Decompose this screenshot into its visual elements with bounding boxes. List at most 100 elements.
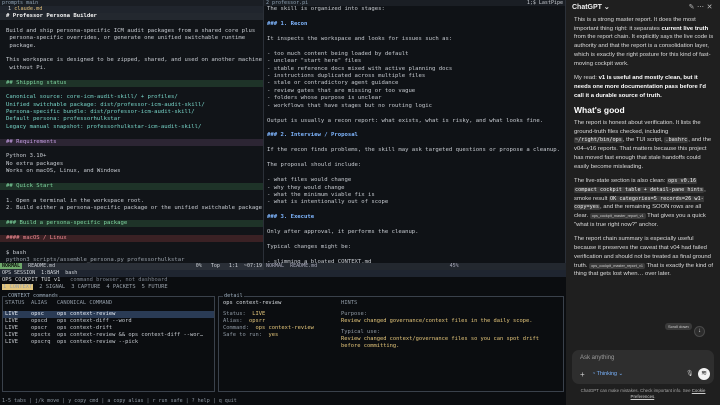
editor-line[interactable] bbox=[0, 87, 263, 94]
editor-line[interactable]: - stale or contradictory agent guidance bbox=[264, 80, 565, 87]
plus-icon[interactable]: + bbox=[580, 370, 585, 379]
editor-line[interactable]: Legacy manual snapshot: professorhulksta… bbox=[0, 124, 263, 131]
editor-line[interactable]: - what the minimum viable fix is bbox=[264, 192, 565, 199]
editor-line[interactable] bbox=[264, 125, 565, 132]
editor-line[interactable] bbox=[264, 170, 565, 177]
tui-tab[interactable]: 3 CAPTURE bbox=[71, 284, 100, 290]
editor-line[interactable]: ## Requirements bbox=[0, 138, 263, 147]
thinking-toggle[interactable]: ◔ Thinking ⌄ bbox=[592, 371, 623, 377]
editor-line[interactable] bbox=[0, 131, 263, 138]
editor-line[interactable]: - folders whose purpose is unclear bbox=[264, 95, 565, 102]
editor-line[interactable]: If the recon finds problems, the skill m… bbox=[264, 147, 565, 154]
editor-line[interactable]: The skill is organized into stages: bbox=[264, 6, 565, 13]
editor-line[interactable]: # Professor Persona Builder bbox=[0, 13, 263, 21]
editor-line[interactable]: Default persona: professorhulkstar bbox=[0, 116, 263, 123]
command-row[interactable]: LIVE opsctx ops context-review && ops co… bbox=[3, 332, 214, 339]
editor-line[interactable]: ### Build a persona-specific package bbox=[0, 219, 263, 228]
editor-line[interactable] bbox=[264, 140, 565, 147]
tui-tab[interactable]: 2 SIGNAL bbox=[39, 284, 65, 290]
editor-line[interactable]: - instructions duplicated across multipl… bbox=[264, 73, 565, 80]
tui-tab-bar[interactable]: 1 CONTEXT 2 SIGNAL 3 CAPTURE 4 PACKETS 5 FUT… bbox=[0, 284, 566, 291]
commands-list[interactable]: LIVE opsc ops context-review LIVE opscd o… bbox=[3, 311, 214, 346]
scroll-down-button[interactable]: ↓ bbox=[694, 326, 705, 337]
left-file-tab[interactable]: 1 claude.md bbox=[0, 6, 263, 13]
editor-line[interactable] bbox=[264, 207, 565, 214]
citation-chip-2[interactable]: ops_cockpit_master_report_v1 bbox=[589, 262, 645, 269]
command-row[interactable]: LIVE opscrq ops context-review --pick bbox=[3, 339, 214, 346]
ops-cockpit-tui[interactable]: OPS SESSION 1:BASH bash OPS COCKPIT TUI … bbox=[0, 270, 566, 405]
editor-line[interactable]: It inspects the workspace and looks for … bbox=[264, 36, 565, 43]
editor-line[interactable] bbox=[0, 190, 263, 197]
editor-line[interactable]: Works on macOS, Linux, and Windows bbox=[0, 168, 263, 175]
editor-line[interactable]: 2. Build either a persona-specific packa… bbox=[0, 205, 263, 212]
editor-line[interactable]: persona-specific overrides, or generate … bbox=[0, 35, 263, 42]
editor-line[interactable]: The proposal should include: bbox=[264, 162, 565, 169]
editor-line[interactable]: ### 1. Recon bbox=[264, 21, 565, 28]
mic-icon[interactable]: 🎙 bbox=[686, 370, 694, 377]
editor-line[interactable]: Only after approval, it performs the cle… bbox=[264, 229, 565, 236]
command-row[interactable]: LIVE opscr ops context-drift bbox=[3, 325, 214, 332]
editor-line[interactable] bbox=[0, 176, 263, 183]
p4-text: The live-state section is also clean: bbox=[574, 178, 667, 185]
middle-editor-pane[interactable]: 2 professor.pi 1;$ LastPipe The skill is … bbox=[264, 0, 566, 270]
new-chat-icon[interactable]: ✎ bbox=[687, 3, 696, 11]
tui-tab[interactable]: 1 CONTEXT bbox=[2, 284, 34, 290]
chat-input-box[interactable]: Ask anything + ◔ Thinking ⌄ 🎙 ≋ bbox=[572, 350, 714, 384]
chat-input-placeholder[interactable]: Ask anything bbox=[580, 355, 614, 361]
command-row[interactable]: LIVE opscd ops context-diff --word bbox=[3, 318, 214, 325]
editor-line[interactable] bbox=[264, 222, 565, 229]
command-row[interactable]: LIVE opsc ops context-review bbox=[3, 311, 214, 318]
editor-line[interactable]: - why they would change bbox=[264, 185, 565, 192]
voice-button[interactable]: ≋ bbox=[698, 368, 710, 380]
left-statusline: NORMAL README.md 0% Top 1:1 ~07:19 bbox=[0, 263, 264, 270]
editor-line[interactable] bbox=[0, 50, 263, 57]
editor-line[interactable]: - unclear "start here" files bbox=[264, 58, 565, 65]
close-icon[interactable]: ✕ bbox=[705, 3, 714, 11]
editor-line[interactable]: Persona-specific bundle: dist/professor-… bbox=[0, 109, 263, 116]
editor-line[interactable]: - review gates that are missing or too v… bbox=[264, 88, 565, 95]
editor-line[interactable]: Unified switchable package: dist/profess… bbox=[0, 102, 263, 109]
editor-line[interactable]: No extra packages bbox=[0, 161, 263, 168]
editor-line[interactable]: package. bbox=[0, 43, 263, 50]
editor-line[interactable]: Output is usually a recon report: what e… bbox=[264, 118, 565, 125]
chatgpt-sidepanel[interactable]: ChatGPT ⌄ ✎ ⋯ ✕ This is a strong master … bbox=[566, 0, 720, 405]
editor-line[interactable] bbox=[0, 20, 263, 27]
editor-line[interactable]: ## Quick Start bbox=[0, 182, 263, 191]
editor-line[interactable] bbox=[0, 227, 263, 234]
citation-chip[interactable]: ops_cockpit_master_report_v1 bbox=[589, 213, 646, 220]
editor-line[interactable] bbox=[0, 213, 263, 220]
editor-line[interactable]: Typical changes might be: bbox=[264, 244, 565, 251]
middle-editor-content[interactable]: The skill is organized into stages: ### 1… bbox=[264, 6, 565, 270]
editor-line[interactable] bbox=[0, 72, 263, 79]
editor-line[interactable]: without Pi. bbox=[0, 65, 263, 72]
chat-title[interactable]: ChatGPT ⌄ bbox=[572, 3, 687, 11]
editor-line[interactable]: - what files would change bbox=[264, 177, 565, 184]
chat-paragraph-4: The live-state section is also clean: op… bbox=[574, 177, 714, 229]
editor-line[interactable]: ## Shipping status bbox=[0, 79, 263, 87]
editor-line[interactable]: This workspace is designed to be zipped,… bbox=[0, 57, 263, 64]
editor-line[interactable]: - what is intentionally out of scope bbox=[264, 199, 565, 206]
editor-line[interactable] bbox=[264, 43, 565, 50]
editor-line[interactable] bbox=[264, 251, 565, 258]
more-icon[interactable]: ⋯ bbox=[696, 3, 705, 11]
editor-line[interactable] bbox=[264, 237, 565, 244]
editor-line[interactable]: ### 2. Interview / Proposal bbox=[264, 132, 565, 139]
editor-line[interactable]: 1. Open a terminal in the workspace root… bbox=[0, 198, 263, 205]
editor-line[interactable] bbox=[264, 28, 565, 35]
editor-line[interactable]: #### macOS / Linux bbox=[0, 234, 263, 243]
editor-line[interactable]: ### 3. Execute bbox=[264, 214, 565, 221]
editor-line[interactable]: $ bash bbox=[0, 250, 263, 257]
tui-tab[interactable]: 4 PACKETS bbox=[106, 284, 135, 290]
editor-line[interactable]: - workflows that have stages but no rout… bbox=[264, 103, 565, 110]
editor-line[interactable]: Python 3.10+ bbox=[0, 153, 263, 160]
editor-line[interactable] bbox=[264, 13, 565, 20]
tui-tab[interactable]: 5 FUTURE bbox=[142, 284, 168, 290]
editor-line[interactable] bbox=[264, 110, 565, 117]
editor-line[interactable]: Canonical source: core-icm-audit-skill/ … bbox=[0, 94, 263, 101]
editor-line[interactable] bbox=[0, 146, 263, 153]
editor-line[interactable]: - too much content being loaded by defau… bbox=[264, 51, 565, 58]
editor-line[interactable]: - stable reference docs mixed with activ… bbox=[264, 66, 565, 73]
editor-line[interactable] bbox=[0, 242, 263, 249]
editor-line[interactable] bbox=[264, 155, 565, 162]
editor-line[interactable]: Build and ship persona-specific ICM audi… bbox=[0, 28, 263, 35]
